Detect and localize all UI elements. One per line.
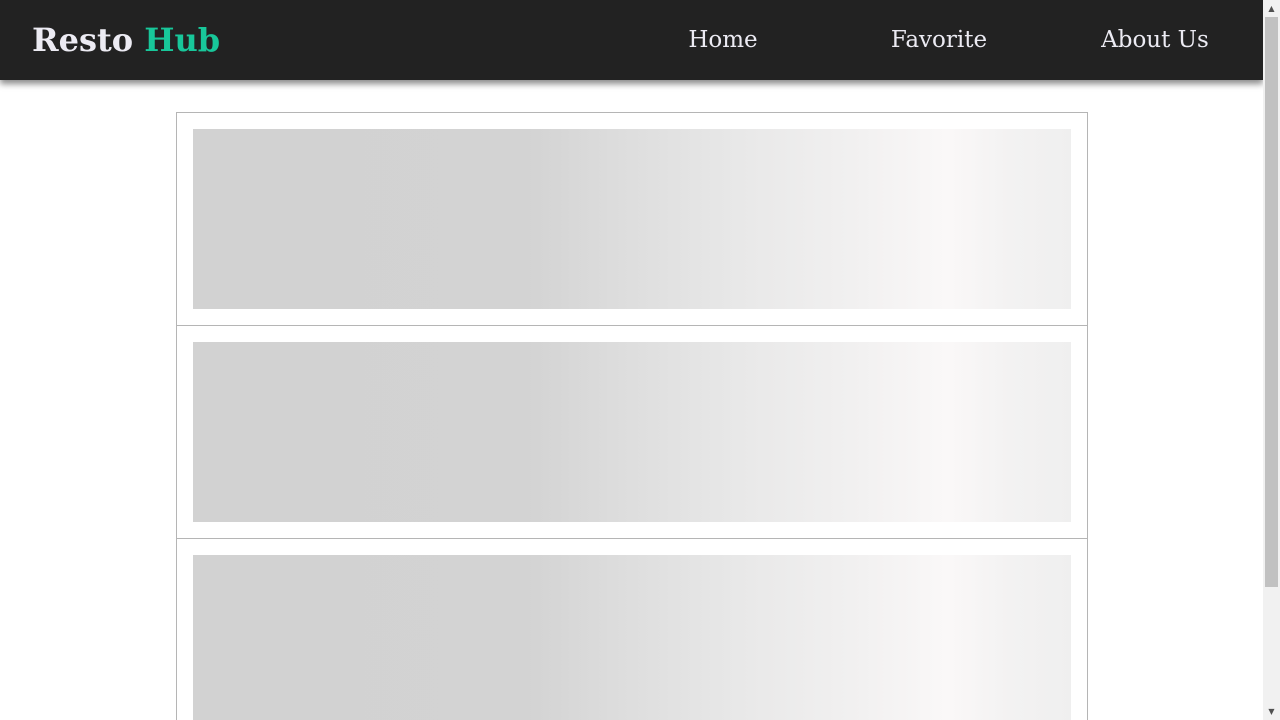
skeleton-placeholder <box>193 129 1071 309</box>
skeleton-card <box>176 325 1088 539</box>
restaurant-list <box>176 112 1088 720</box>
app-header: Resto Hub Home Favorite About Us <box>0 0 1263 80</box>
nav-link-about-us[interactable]: About Us <box>1047 0 1263 80</box>
browser-page: Resto Hub Home Favorite About Us ▲ ▼ <box>0 0 1280 720</box>
chevron-down-icon[interactable]: ▼ <box>1263 703 1280 720</box>
nav-link-favorite[interactable]: Favorite <box>831 0 1047 80</box>
app-viewport: Resto Hub Home Favorite About Us <box>0 0 1263 720</box>
main-nav: Home Favorite About Us <box>615 0 1263 80</box>
nav-link-home[interactable]: Home <box>615 0 831 80</box>
vertical-scrollbar[interactable]: ▲ ▼ <box>1263 0 1280 720</box>
brand-name-accent: Hub <box>144 21 221 59</box>
skeleton-card <box>176 112 1088 326</box>
scrollbar-thumb[interactable] <box>1265 17 1278 587</box>
brand-logo[interactable]: Resto Hub <box>32 20 220 60</box>
chevron-up-icon[interactable]: ▲ <box>1263 0 1280 17</box>
brand-name-main: Resto <box>32 21 134 59</box>
skeleton-placeholder <box>193 555 1071 720</box>
skeleton-placeholder <box>193 342 1071 522</box>
skeleton-card <box>176 538 1088 720</box>
